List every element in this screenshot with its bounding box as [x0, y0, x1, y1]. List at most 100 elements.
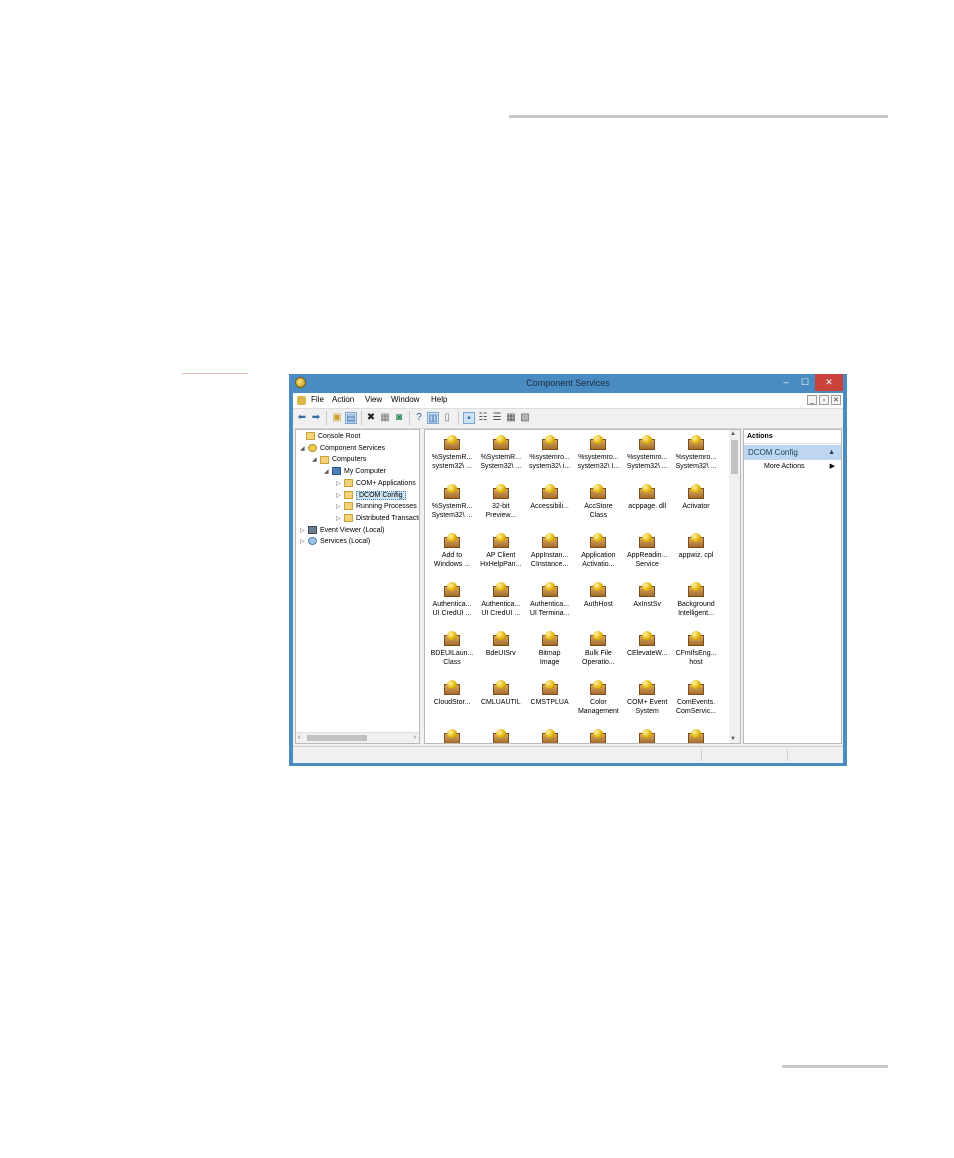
dcom-app-item[interactable]: AxInstSv	[623, 580, 671, 626]
tree-node[interactable]: ▷ DCOM Config	[336, 490, 406, 501]
dcom-app-item[interactable]: %systemro... system32\ i...	[526, 433, 574, 479]
list-vertical-scrollbar[interactable]: ▲ ▼	[729, 430, 740, 743]
mdi-restore-button[interactable]: ▫	[819, 395, 829, 405]
expand-toggle-icon[interactable]: ▷	[300, 537, 308, 548]
list-scroll-thumb[interactable]	[731, 440, 738, 474]
dcom-app-item[interactable]	[672, 727, 720, 743]
dcom-app-item[interactable]: %SystemR... system32\ ...	[428, 433, 476, 479]
dcom-app-item[interactable]: AuthHost	[574, 580, 622, 626]
more-actions-item[interactable]: More Actions	[764, 463, 804, 470]
scroll-down-icon[interactable]: ▼	[730, 736, 736, 742]
dcom-app-item[interactable]: Background Intelligent...	[672, 580, 720, 626]
menu-view[interactable]: View	[365, 395, 382, 404]
tree-scroll-thumb[interactable]	[307, 735, 367, 741]
dcom-app-item[interactable]: Activator	[672, 482, 720, 528]
show-tree-icon[interactable]: ▤	[345, 412, 357, 424]
scroll-up-icon[interactable]: ▲	[730, 431, 736, 437]
dcom-app-item[interactable]: AppReadin... Service	[623, 531, 671, 577]
expand-toggle-icon[interactable]: ◢	[300, 444, 308, 455]
dcom-app-item[interactable]: Application Activatio...	[574, 531, 622, 577]
detail-grid-icon[interactable]: ▧	[519, 412, 531, 424]
tree-node[interactable]: Console Root	[298, 431, 360, 442]
dcom-app-item[interactable]: %systemro... System32\ ...	[623, 433, 671, 479]
dcom-app-item[interactable]	[574, 727, 622, 743]
dcom-app-item[interactable]: CloudStor...	[428, 678, 476, 724]
dcom-app-item[interactable]	[477, 727, 525, 743]
mdi-minimize-button[interactable]: _	[807, 395, 817, 405]
help-icon[interactable]: ?	[413, 412, 425, 424]
dcom-app-item[interactable]: appwiz. cpl	[672, 531, 720, 577]
large-icons-icon[interactable]: ▪	[463, 412, 475, 424]
delete-icon[interactable]: ✖	[365, 412, 377, 424]
dcom-app-item[interactable]: CElevateW...	[623, 629, 671, 675]
minimize-button[interactable]: –	[779, 374, 793, 391]
dcom-app-item[interactable]: %systemro... system32\ I...	[574, 433, 622, 479]
dcom-app-item[interactable]: Color Management	[574, 678, 622, 724]
back-arrow-icon[interactable]: ⬅	[296, 412, 308, 424]
dcom-app-item[interactable]: Authentica... UI CredUI ...	[477, 580, 525, 626]
export-icon[interactable]: ▯	[441, 412, 453, 424]
dcom-app-item[interactable]: CFmIfsEng... host	[672, 629, 720, 675]
scroll-left-icon[interactable]: ‹	[298, 733, 300, 743]
dcom-app-item[interactable]: 32-bit Preview...	[477, 482, 525, 528]
forward-arrow-icon[interactable]: ➡	[310, 412, 322, 424]
dcom-app-item[interactable]: %SystemR... System32\ ...	[477, 433, 525, 479]
dcom-app-item[interactable]: AccStore Class	[574, 482, 622, 528]
dcom-app-item[interactable]: %SystemR... System32\ ...	[428, 482, 476, 528]
tree-node[interactable]: ▷ Running Processes	[336, 501, 417, 512]
refresh-icon[interactable]: ◙	[393, 412, 405, 424]
dcom-app-item[interactable]: AP Client HxHelpPan...	[477, 531, 525, 577]
dcom-app-item[interactable]: Authentica... UI Termina...	[526, 580, 574, 626]
dcom-app-item[interactable]: Bulk File Operatio...	[574, 629, 622, 675]
properties-icon[interactable]: ▦	[379, 412, 391, 424]
dcom-app-item[interactable]: ComEvents. ComServic...	[672, 678, 720, 724]
title-bar[interactable]: Component Services – ☐ ✕	[289, 374, 847, 393]
tree-node[interactable]: ◢ Component Services	[300, 443, 385, 454]
menu-help[interactable]: Help	[431, 395, 447, 404]
maximize-button[interactable]: ☐	[796, 374, 814, 391]
menu-file[interactable]: File	[311, 395, 324, 404]
mdi-close-button[interactable]: ✕	[831, 395, 841, 405]
dcom-app-item[interactable]: BdeUISrv	[477, 629, 525, 675]
dcom-app-item[interactable]	[623, 727, 671, 743]
dcom-app-item[interactable]: CMSTPLUA	[526, 678, 574, 724]
tree-node[interactable]: ▷ Distributed Transactio	[336, 513, 419, 525]
dcom-app-item[interactable]: Add to Windows ...	[428, 531, 476, 577]
tree-node[interactable]: ▷ COM+ Applications	[336, 478, 416, 489]
expand-toggle-icon[interactable]: ▷	[336, 502, 344, 513]
tree-node[interactable]: ◢ My Computer	[324, 466, 386, 477]
expand-toggle-icon[interactable]: ◢	[324, 467, 332, 478]
tree-node[interactable]: ▷ Event Viewer (Local)	[300, 525, 384, 536]
dcom-app-item[interactable]: %systemro... System32\ ...	[672, 433, 720, 479]
dcom-app-item[interactable]: COM+ Event System	[623, 678, 671, 724]
details-icon[interactable]: ▦	[505, 412, 517, 424]
expand-toggle-icon[interactable]: ▷	[336, 479, 344, 490]
dcom-app-item[interactable]	[428, 727, 476, 743]
list-icon[interactable]: ☰	[491, 412, 503, 424]
console-menu-icon[interactable]	[297, 396, 306, 405]
submenu-arrow-icon[interactable]: ▶	[830, 462, 835, 470]
dcom-app-item[interactable]: CMLUAUTIL	[477, 678, 525, 724]
dcom-app-item[interactable]: AppInstan... CInstance...	[526, 531, 574, 577]
dcom-app-item[interactable]: acppage. dll	[623, 482, 671, 528]
menu-window[interactable]: Window	[391, 395, 419, 404]
tree-node[interactable]: ◢ Computers	[312, 454, 366, 465]
dcom-app-item[interactable]: Bitmap Image	[526, 629, 574, 675]
tree-horizontal-scrollbar[interactable]: ‹ ›	[296, 732, 419, 743]
menu-action[interactable]: Action	[332, 395, 354, 404]
expand-toggle-icon[interactable]: ▷	[300, 526, 308, 537]
expand-toggle-icon[interactable]: ▷	[336, 491, 344, 502]
expand-toggle-icon[interactable]: ◢	[312, 455, 320, 466]
dcom-app-item[interactable]: Authentica... UI CredUI ...	[428, 580, 476, 626]
scroll-right-icon[interactable]: ›	[414, 733, 416, 743]
show-action-pane-icon[interactable]: ▥	[427, 412, 439, 424]
up-folder-icon[interactable]: ▣	[331, 412, 343, 424]
small-icons-icon[interactable]: ☷	[477, 412, 489, 424]
dcom-app-item[interactable]: BDEUILaun... Class	[428, 629, 476, 675]
expand-toggle-icon[interactable]: ▷	[336, 514, 344, 525]
actions-section-dcom-config[interactable]: DCOM Config ▲	[744, 445, 841, 460]
collapse-icon[interactable]: ▲	[828, 445, 835, 460]
tree-node[interactable]: ▷ Services (Local)	[300, 536, 370, 547]
close-button[interactable]: ✕	[815, 374, 843, 391]
dcom-app-item[interactable]	[526, 727, 574, 743]
